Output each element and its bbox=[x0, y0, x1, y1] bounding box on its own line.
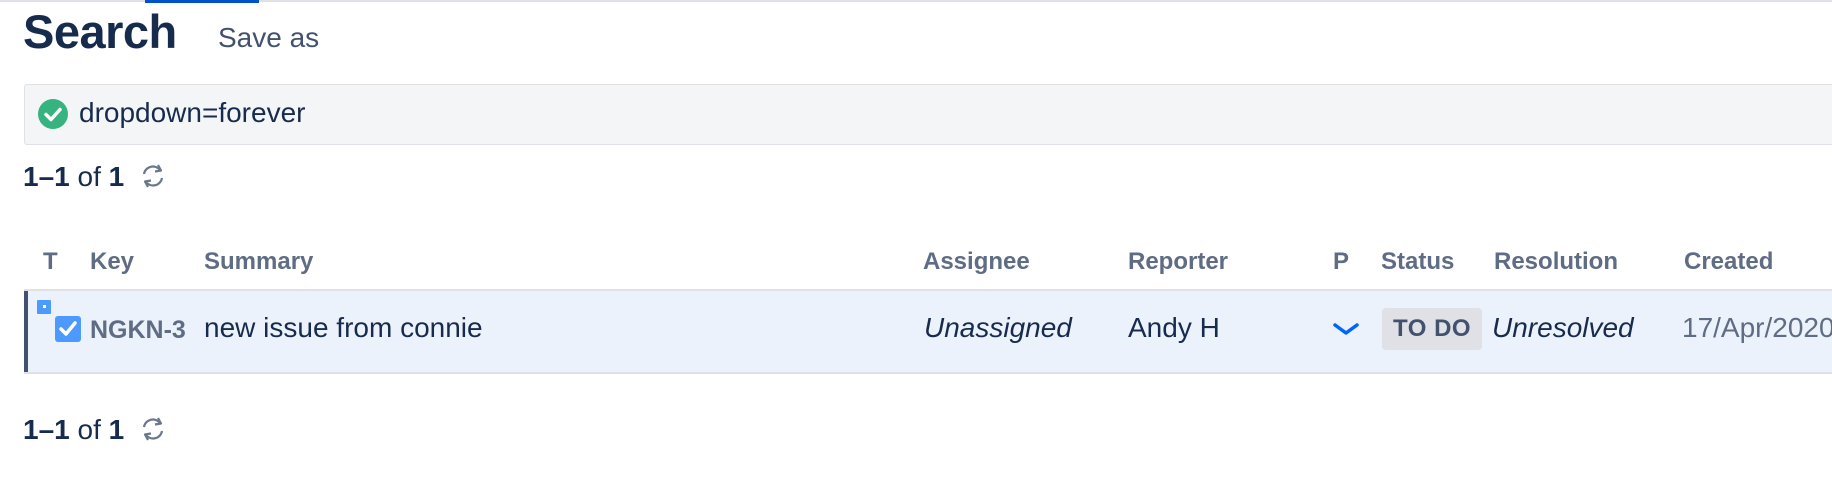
pagination-range: 1–1 bbox=[23, 414, 70, 445]
issue-key-link[interactable]: NGKN-3 bbox=[90, 316, 186, 345]
active-tab-indicator bbox=[145, 0, 259, 3]
column-header-type[interactable]: T bbox=[43, 248, 58, 276]
query-bar[interactable]: dropdown=forever bbox=[24, 84, 1832, 145]
issue-summary-link[interactable]: new issue from connie bbox=[204, 312, 483, 344]
column-header-resolution[interactable]: Resolution bbox=[1494, 248, 1618, 276]
top-divider bbox=[0, 0, 1832, 2]
issue-assignee: Unassigned bbox=[924, 312, 1072, 343]
table-row[interactable]: NGKN-3 new issue from connie Unassigned … bbox=[24, 289, 1832, 374]
priority-low-icon bbox=[1332, 319, 1360, 339]
column-header-reporter[interactable]: Reporter bbox=[1128, 248, 1228, 276]
query-input[interactable]: dropdown=forever bbox=[79, 97, 305, 129]
row-selection-marker bbox=[24, 291, 28, 372]
pagination-total: 1 bbox=[108, 414, 125, 445]
column-header-created[interactable]: Created bbox=[1684, 248, 1773, 276]
pagination-range: 1–1 bbox=[23, 161, 70, 192]
pagination-of-label: of bbox=[77, 161, 101, 192]
issue-resolution: Unresolved bbox=[1492, 312, 1634, 343]
pagination-total: 1 bbox=[108, 161, 125, 192]
refresh-icon[interactable] bbox=[138, 414, 168, 444]
column-header-summary[interactable]: Summary bbox=[204, 248, 313, 276]
refresh-icon[interactable] bbox=[138, 161, 168, 191]
status-badge: TO DO bbox=[1382, 308, 1483, 350]
pagination-bottom: 1–1 of 1 bbox=[23, 414, 164, 446]
pagination-top: 1–1 of 1 bbox=[23, 161, 164, 193]
save-as-button[interactable]: Save as bbox=[218, 22, 319, 54]
check-circle-icon bbox=[38, 99, 68, 129]
page-title: Search bbox=[23, 5, 177, 58]
issue-reporter: Andy H bbox=[1128, 312, 1220, 343]
column-header-assignee[interactable]: Assignee bbox=[923, 248, 1030, 276]
column-header-priority[interactable]: P bbox=[1333, 248, 1349, 276]
column-header-status[interactable]: Status bbox=[1381, 248, 1454, 276]
issue-created-date: 17/Apr/2020 bbox=[1682, 312, 1832, 343]
pagination-of-label: of bbox=[77, 414, 101, 445]
task-icon bbox=[37, 300, 82, 345]
column-header-key[interactable]: Key bbox=[90, 248, 134, 276]
